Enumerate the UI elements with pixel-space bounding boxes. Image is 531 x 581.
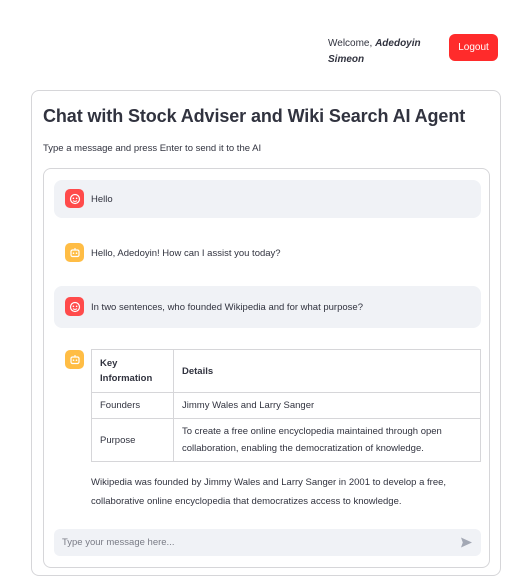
info-table: Key Information Details Founders Jimmy W… bbox=[91, 349, 481, 462]
table-header-row: Key Information Details bbox=[91, 349, 481, 393]
user-last-name: Simeon bbox=[328, 54, 365, 65]
message-text: Wikipedia was founded by Jimmy Wales and… bbox=[91, 477, 447, 507]
header: Welcome, Adedoyin Simeon Logout bbox=[0, 0, 531, 80]
page-subtitle: Type a message and press Enter to send i… bbox=[43, 143, 262, 154]
chat-container: Hello Hello, Adedoyin! How can I assist … bbox=[43, 168, 490, 568]
table-cell: Founders bbox=[91, 392, 174, 419]
table-header: Details bbox=[173, 349, 481, 393]
message-text: Hello, Adedoyin! How can I assist you to… bbox=[91, 248, 281, 259]
table-row: Founders Jimmy Wales and Larry Sanger bbox=[91, 392, 481, 419]
welcome-prefix: Welcome, bbox=[328, 38, 376, 49]
user-face-icon bbox=[65, 189, 84, 208]
user-face-icon bbox=[65, 297, 84, 316]
table-cell: To create a free online encyclopedia mai… bbox=[173, 418, 481, 462]
table-row: Purpose To create a free online encyclop… bbox=[91, 418, 481, 462]
chat-message-user: In two sentences, who founded Wikipedia … bbox=[54, 286, 481, 328]
chat-panel: Chat with Stock Adviser and Wiki Search … bbox=[31, 90, 501, 576]
user-first-name: Adedoyin bbox=[375, 38, 421, 49]
chat-message-assistant: Hello, Adedoyin! How can I assist you to… bbox=[54, 234, 481, 272]
bot-icon bbox=[65, 350, 84, 369]
page-title: Chat with Stock Adviser and Wiki Search … bbox=[43, 106, 466, 126]
welcome-message: Welcome, Adedoyin Simeon bbox=[328, 36, 438, 68]
bot-icon bbox=[65, 243, 84, 262]
table-cell: Jimmy Wales and Larry Sanger bbox=[173, 392, 481, 419]
chat-message-user: Hello bbox=[54, 180, 481, 218]
send-icon[interactable] bbox=[460, 536, 473, 549]
table-cell: Purpose bbox=[91, 418, 174, 462]
chat-input-bar bbox=[54, 529, 481, 556]
chat-input[interactable] bbox=[54, 529, 449, 556]
table-header: Key Information bbox=[91, 349, 174, 393]
message-text: In two sentences, who founded Wikipedia … bbox=[91, 302, 363, 313]
logout-button[interactable]: Logout bbox=[449, 34, 498, 61]
message-text: Hello bbox=[91, 194, 113, 205]
